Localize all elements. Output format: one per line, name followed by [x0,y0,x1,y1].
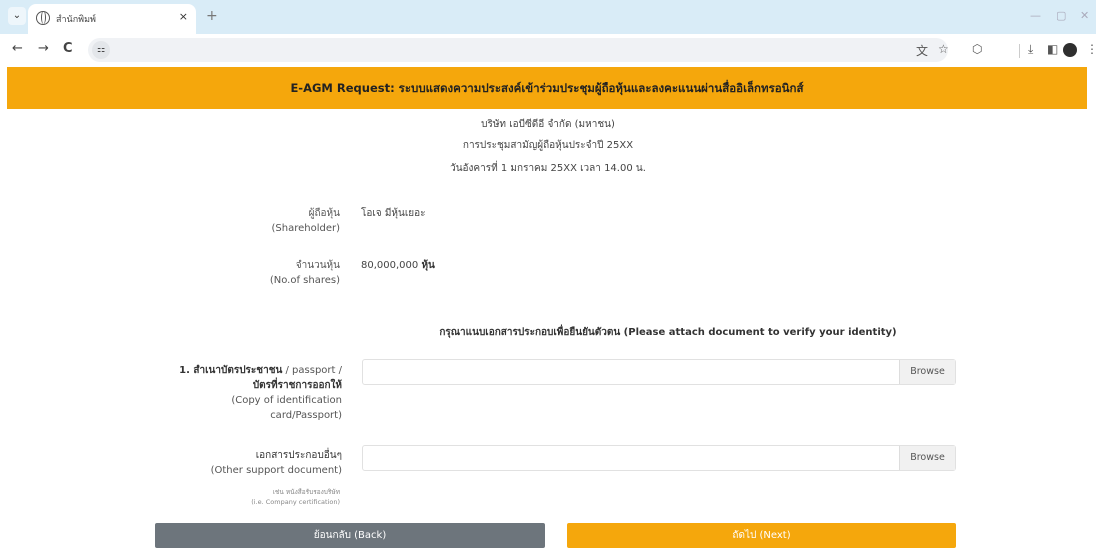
new-tab-icon[interactable]: + [206,8,218,24]
id-document-file-input[interactable]: Browse [362,359,956,385]
browser-tab-strip: ⌄ สำนักพิมพ์ × + — ▢ ✕ [0,0,1096,34]
meeting-datetime: วันอังคารที่ 1 มกราคม 25XX เวลา 14.00 น. [450,163,646,174]
id-document-browse-button[interactable]: Browse [899,360,955,384]
id-document-label-bold: 1. สำเนาบัตรประชาชน [179,365,283,376]
other-document-label-th: เอกสารประกอบอื่นๆ [255,450,342,461]
other-document-file-name[interactable] [363,446,901,470]
toolbar-divider [1019,44,1020,58]
tab-title: สำนักพิมพ์ [56,15,96,25]
menu-dots-icon[interactable]: ⋮ [1086,42,1096,56]
id-document-label: 1. สำเนาบัตรประชาชน / passport / บัตรที่… [120,363,342,423]
bookmark-star-icon[interactable]: ☆ [938,42,949,56]
other-document-hint-th: เช่น หนังสือรับรองบริษัท [272,488,340,496]
shares-number: 80,000,000 [361,260,419,271]
profile-avatar[interactable] [1063,43,1077,57]
window-close-icon[interactable]: ✕ [1080,9,1089,22]
reload-icon[interactable]: C [63,41,73,56]
shares-label-th: จำนวนหุ้น [295,260,340,271]
shares-label-en: (No.of shares) [269,275,340,286]
address-bar[interactable]: ⚏ [88,38,948,62]
shares-unit: หุ้น [421,260,435,271]
forward-arrow-icon[interactable]: → [38,41,49,56]
other-document-file-input[interactable]: Browse [362,445,956,471]
shareholder-label-en: (Shareholder) [271,223,340,234]
other-document-hint-en: (i.e. Company certification) [251,498,340,506]
side-panel-icon[interactable]: ◧ [1047,42,1058,56]
tab-close-icon[interactable]: × [179,10,188,23]
tab-search-icon[interactable]: ⌄ [8,7,26,25]
other-document-hint: เช่น หนังสือรับรองบริษัท (i.e. Company c… [180,487,340,507]
other-document-label: เอกสารประกอบอื่นๆ (Other support documen… [140,448,342,478]
back-arrow-icon[interactable]: ← [12,41,23,56]
maximize-icon[interactable]: ▢ [1056,9,1066,22]
shares-label: จำนวนหุ้น (No.of shares) [160,258,340,288]
other-document-label-en: (Other support document) [210,465,342,476]
meeting-name: การประชุมสามัญผู้ถือหุ้นประจำปี 25XX [462,140,634,151]
download-icon[interactable]: ⤓ [1028,42,1033,57]
id-document-label-line3: (Copy of identification [231,395,342,406]
company-name: บริษัท เอบีซีดีอี จำกัด (มหาชน) [481,119,615,130]
minimize-icon[interactable]: — [1030,9,1041,22]
shareholder-label: ผู้ถือหุ้น (Shareholder) [160,206,340,236]
attach-documents-heading: กรุณาแนบเอกสารประกอบเพื่อยืนยันตัวตน (Pl… [439,327,897,338]
browser-tab[interactable]: สำนักพิมพ์ × [28,4,196,34]
browser-toolbar: ← → C ⚏ 文 ☆ ⬡ ⤓ ◧ ⋮ [0,34,1096,66]
other-document-browse-button[interactable]: Browse [899,446,955,470]
page-header-banner: E-AGM Request: ระบบแสดงความประสงค์เข้าร่… [7,67,1087,109]
back-button[interactable]: ย้อนกลับ (Back) [155,523,545,548]
shareholder-value: โอเจ มีหุ้นเยอะ [361,208,426,219]
translate-icon[interactable]: 文 [916,42,928,59]
next-button[interactable]: ถัดไป (Next) [567,523,956,548]
shareholder-label-th: ผู้ถือหุ้น [308,208,340,219]
id-document-label-line2: บัตรที่ราชการออกให้ [252,380,342,391]
extensions-icon[interactable]: ⬡ [972,42,982,56]
shares-value: 80,000,000 หุ้น [361,258,435,273]
globe-icon [36,11,50,25]
site-info-icon[interactable]: ⚏ [92,41,110,59]
id-document-label-rest: / passport / [282,365,343,376]
id-document-file-name[interactable] [363,360,901,384]
id-document-label-line4: card/Passport) [270,410,342,421]
